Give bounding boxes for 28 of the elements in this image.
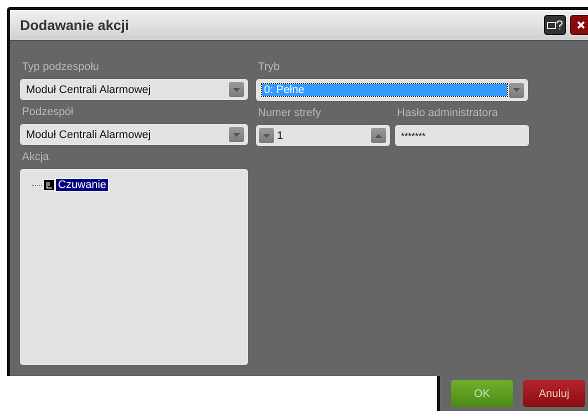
close-button[interactable] <box>570 15 588 35</box>
field-label: Hasło administratora <box>396 106 499 121</box>
field-label: Podzespół <box>21 105 74 120</box>
field-label: Numer strefy <box>257 106 322 121</box>
dropdown[interactable]: Moduł Centrali Alarmowej <box>20 124 248 145</box>
dropdown-arrow-button[interactable] <box>229 127 244 142</box>
up-arrow-button[interactable] <box>371 128 386 143</box>
node-icon <box>44 180 54 190</box>
field-label: Typ podzespołu <box>21 60 100 75</box>
dropdown[interactable]: Moduł Centrali Alarmowej <box>20 79 248 100</box>
dropdown-arrow-button[interactable] <box>259 128 274 143</box>
help-icon <box>547 20 563 30</box>
window-title: Dodawanie akcji <box>20 17 130 33</box>
tree-item[interactable]: Czuwanie <box>56 179 108 191</box>
close-icon <box>577 21 585 29</box>
down-triangle-icon <box>233 88 240 92</box>
down-triangle-icon <box>513 88 520 92</box>
down-triangle-icon <box>263 134 270 138</box>
help-button[interactable] <box>544 15 566 35</box>
dropdown-arrow-button[interactable] <box>509 82 524 98</box>
field-label: Tryb <box>257 60 281 75</box>
dropdown-arrow-button[interactable] <box>229 82 244 97</box>
cancel-button[interactable]: Anuluj <box>523 380 585 407</box>
password-field[interactable]: ******* <box>395 125 529 146</box>
down-triangle-icon <box>233 132 240 136</box>
spin-field[interactable]: 1 <box>256 125 390 146</box>
up-triangle-icon <box>375 134 382 138</box>
field-label: Akcja <box>21 150 50 165</box>
